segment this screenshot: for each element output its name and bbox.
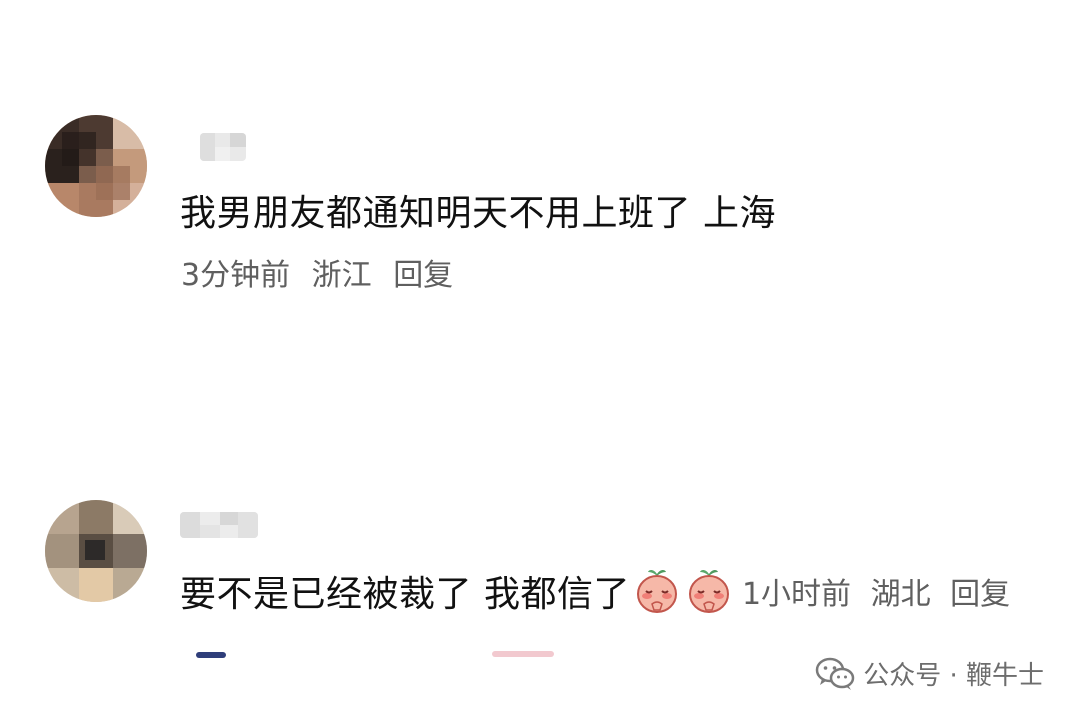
reply-button[interactable]: 回复 — [950, 577, 1010, 612]
username-blurred[interactable] — [200, 133, 246, 161]
avatar[interactable] — [45, 500, 147, 602]
peach-praying-emoji — [688, 569, 729, 613]
watermark-text: 公众号 · 鞭牛士 — [863, 661, 1044, 691]
comment-time: 3分钟前 — [181, 258, 291, 293]
next-comment-avatar-edge — [196, 652, 226, 658]
comment-row: 要不是已经被裁了 我都信了 1小时前 湖北 回复 — [180, 565, 1010, 617]
reply-button[interactable]: 回复 — [393, 258, 453, 293]
avatar[interactable] — [45, 115, 147, 217]
comment-time: 1小时前 — [741, 577, 852, 612]
peach-praying-emoji — [636, 569, 677, 613]
comment-meta: 1小时前 湖北 回复 — [742, 569, 1010, 613]
watermark: 公众号 · 鞭牛士 — [815, 655, 1044, 692]
wechat-icon — [815, 657, 855, 690]
comment-list: 我男朋友都通知明天不用上班了 上海 3分钟前 浙江 回复 要不是已经被裁了 我都… — [0, 0, 1080, 719]
comment-location: 湖北 — [870, 577, 931, 612]
username-blurred[interactable] — [180, 512, 258, 538]
comment-location: 浙江 — [311, 258, 372, 293]
comment-text: 要不是已经被裁了 我都信了 — [180, 574, 630, 615]
comment-text: 我男朋友都通知明天不用上班了 上海 — [180, 193, 776, 234]
comment-meta: 3分钟前 浙江 回复 — [181, 250, 453, 294]
next-comment-name-edge — [492, 651, 554, 657]
